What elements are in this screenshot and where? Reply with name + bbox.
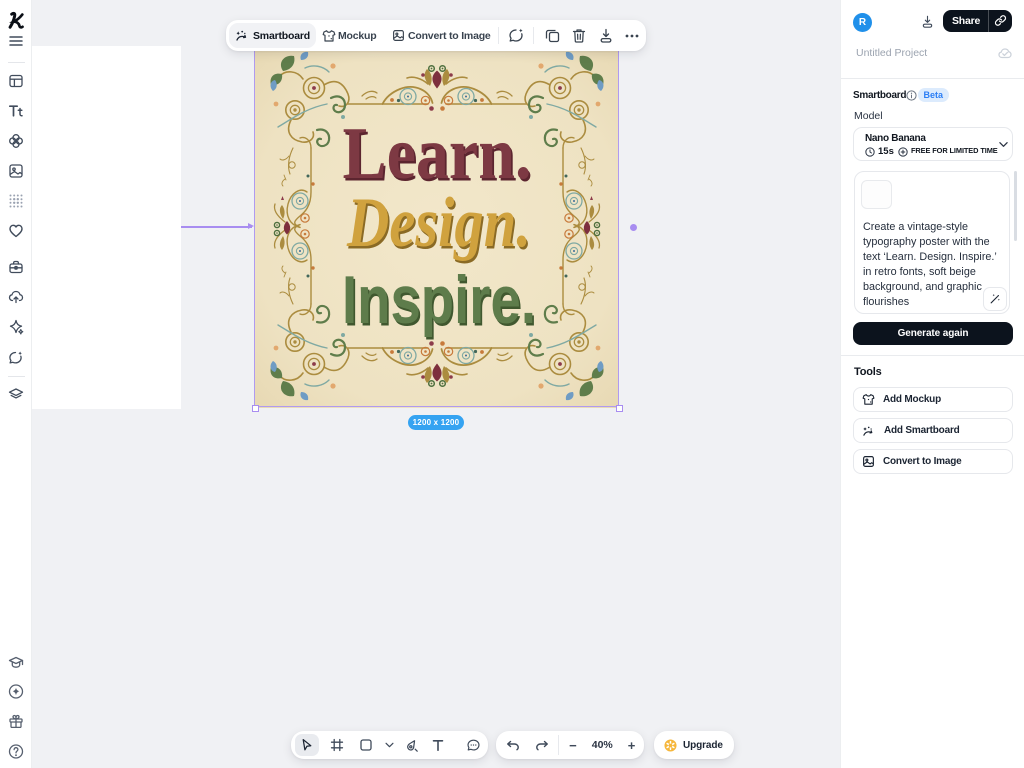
svg-text:Design.: Design. bbox=[346, 184, 531, 262]
svg-text:Inspire.: Inspire. bbox=[342, 262, 536, 338]
svg-text:Learn.: Learn. bbox=[343, 113, 532, 195]
